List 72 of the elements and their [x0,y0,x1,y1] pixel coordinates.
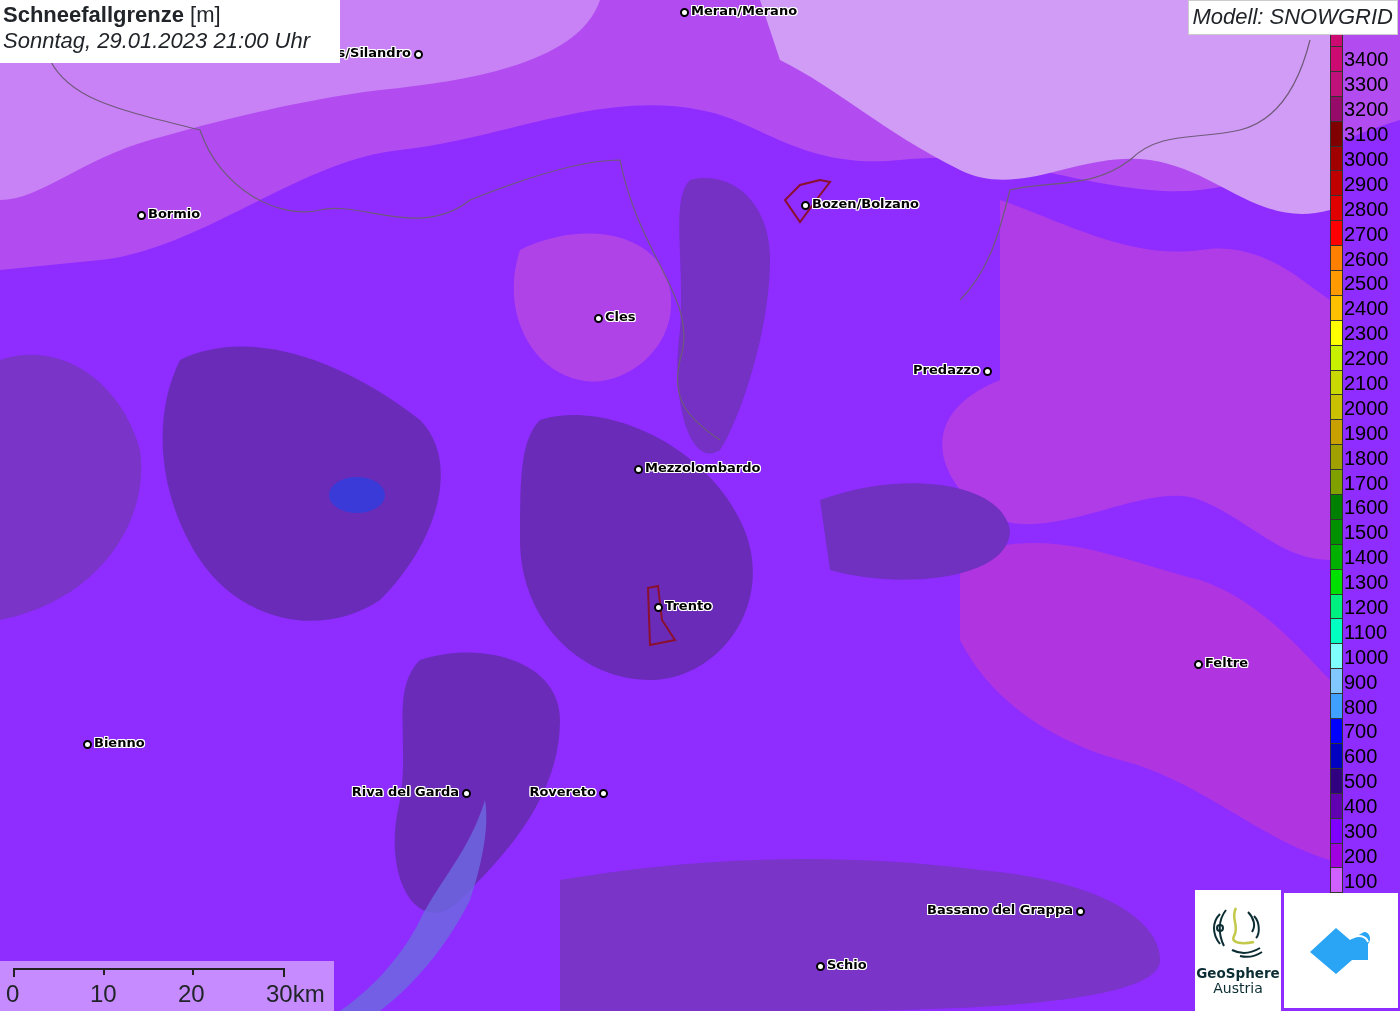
legend-value: 400 [1343,796,1378,817]
legend-value: 700 [1343,721,1378,742]
legend-value: 300 [1343,821,1378,842]
legend-value: 2800 [1343,198,1389,219]
city-dot [1075,906,1085,916]
legend-value: 2600 [1343,248,1389,269]
city-label: Bormio [148,206,201,222]
city-dot [598,788,608,798]
legend-value: 800 [1343,696,1378,717]
scale-label: 0 [6,981,20,1008]
city-label: s/Silandro [337,45,411,61]
legend-value: 2200 [1343,348,1389,369]
city-dot [82,739,92,749]
city-dot [461,788,471,798]
legend-value: 1400 [1343,547,1389,568]
city-dot [679,7,689,17]
city-dot [982,366,992,376]
logo-name: GeoSphere [1196,966,1280,981]
city-dot [653,602,663,612]
city-label: Predazzo [913,362,980,378]
city-dot [136,210,146,220]
legend-value: 1600 [1343,497,1389,518]
city-label: Feltre [1205,655,1249,671]
logo-subtitle: Austria [1213,980,1263,997]
legend-value: 2000 [1343,397,1389,418]
forecast-time: Sonntag, 29.01.2023 21:00 Uhr [3,28,312,55]
scale-label: 20 [178,981,205,1008]
model-label: Modell: SNOWGRID [1187,0,1398,35]
city-label: Mezzolombardo [645,460,761,476]
city-label: Meran/Merano [691,3,798,19]
city-dot [633,464,643,474]
legend-value: 200 [1343,845,1378,866]
legend-value: 2500 [1343,273,1389,294]
city-dot [413,49,423,59]
legend-value: 3200 [1343,99,1389,120]
scale-label: 30km [266,981,325,1008]
legend-value: 2900 [1343,173,1389,194]
legend-value: 1300 [1343,572,1389,593]
city-label: Rovereto [529,784,596,800]
city-dot [815,961,825,971]
legend-value: 1800 [1343,447,1389,468]
legend-value: 900 [1343,671,1378,692]
legend-value: 2300 [1343,323,1389,344]
legend-value: 2400 [1343,298,1389,319]
legend-value: 3100 [1343,124,1389,145]
legend-swatch [1330,35,1343,47]
map-title: Schneefallgrenze [m] [3,2,222,29]
legend-value: 1100 [1343,621,1387,642]
city-label: Riva del Garda [351,784,459,800]
city-label: Bassano del Grappa [927,902,1073,918]
city-label: Trento [665,598,713,614]
scale-label: 10 [90,981,117,1008]
legend-value: 1500 [1343,522,1389,543]
legend-value: 3000 [1343,149,1389,169]
city-dot [593,313,603,323]
legend-value: 2700 [1343,223,1389,244]
city-dot [800,200,810,210]
city-dot [1193,659,1203,669]
legend-value: 1900 [1343,422,1389,443]
legend-value: 600 [1343,746,1378,767]
legend-value: 2100 [1343,373,1389,393]
city-label: Bozen/Bolzano [812,196,920,212]
legend-value: 100 [1343,870,1378,891]
city-label: Bienno [94,735,145,751]
legend-value: 1700 [1343,472,1389,493]
city-label: Cles [605,309,636,325]
legend-value: 1200 [1343,597,1389,618]
legend-value: 1000 [1343,646,1389,667]
legend-value: 500 [1343,771,1378,792]
legend-value: 3300 [1343,74,1389,95]
legend-value: 3400 [1343,49,1389,70]
city-label: Schio [827,957,867,973]
